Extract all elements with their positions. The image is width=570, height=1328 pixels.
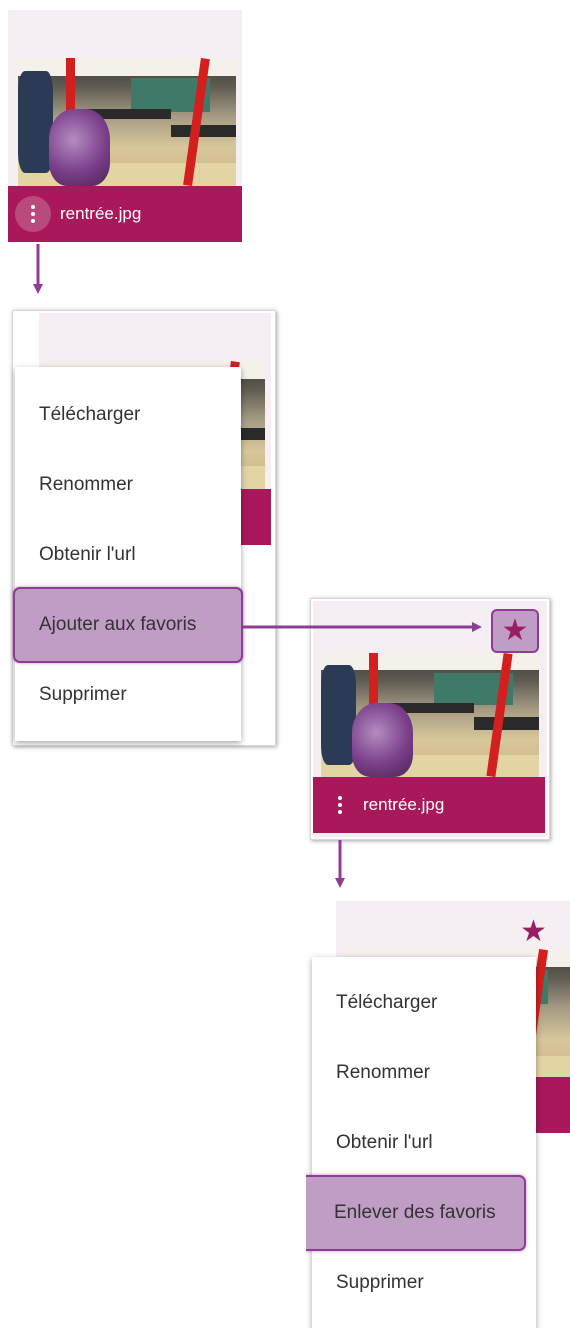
flow-arrows <box>33 244 482 888</box>
